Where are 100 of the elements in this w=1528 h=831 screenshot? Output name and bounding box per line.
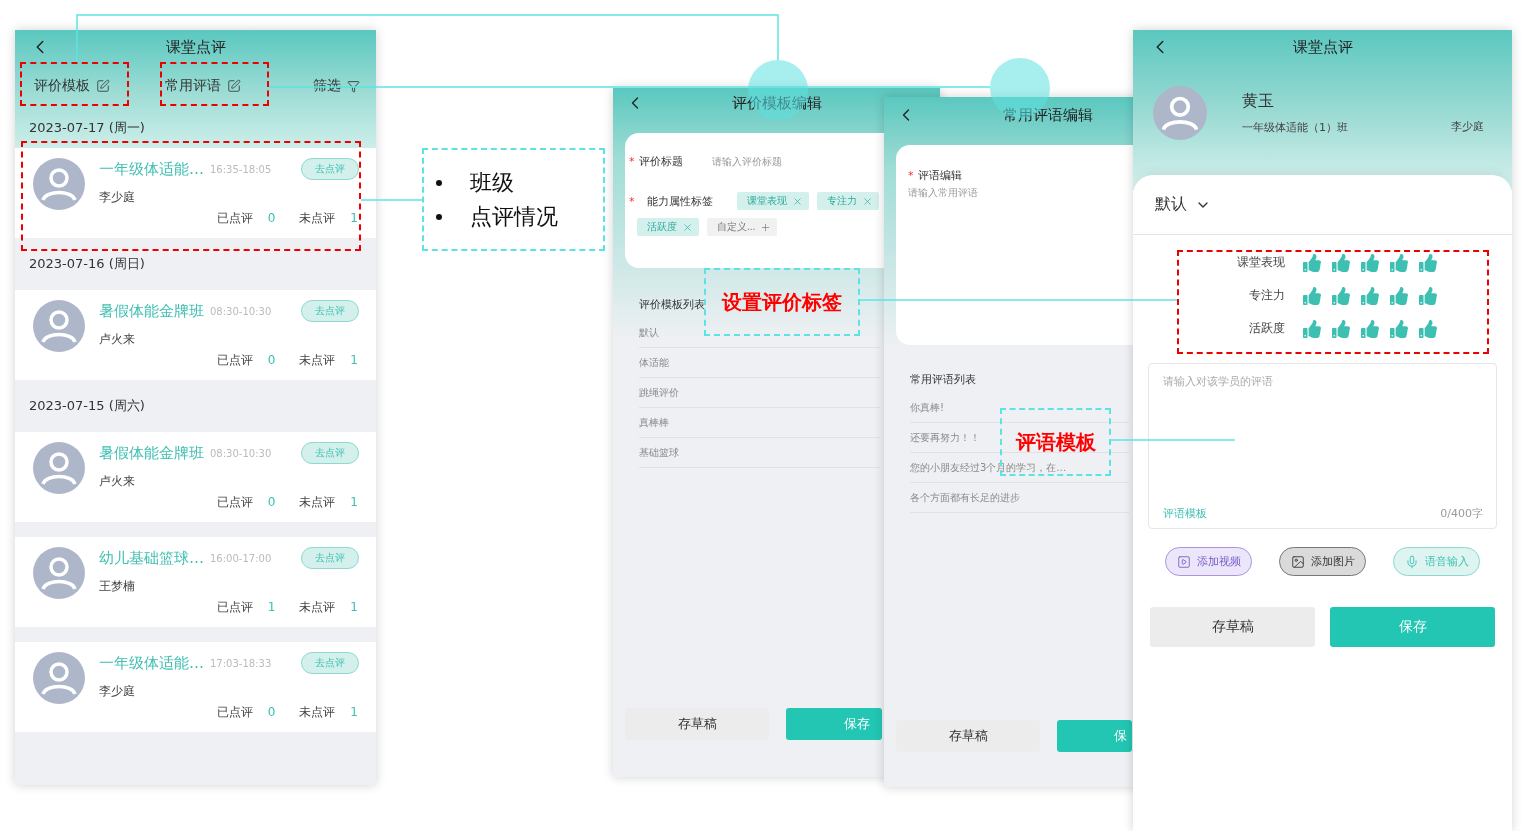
tag[interactable]: 专注力 bbox=[817, 192, 879, 210]
class-card[interactable]: 一年级体适能… 17:03-18:33 去点评 李少庭 已点评 0 未点评 1 bbox=[15, 642, 376, 732]
draft-button[interactable]: 存草稿 bbox=[625, 708, 769, 740]
stat-label: 未点评 bbox=[299, 209, 336, 227]
thumbs-up-icon[interactable] bbox=[1332, 253, 1350, 272]
plus-icon bbox=[760, 221, 772, 233]
stat-value: 1 bbox=[350, 705, 358, 719]
required-mark: * bbox=[908, 168, 915, 182]
class-card[interactable]: 暑假体能金牌班 08:30-10:30 去点评 卢火来 已点评 0 未点评 1 bbox=[15, 432, 376, 522]
field-label: 评语编辑 bbox=[918, 167, 963, 183]
video-icon bbox=[1176, 554, 1191, 569]
stat-label: 已点评 bbox=[216, 703, 253, 721]
thumbs-up-icon[interactable] bbox=[1303, 253, 1321, 272]
note-text: 班级 bbox=[470, 168, 514, 197]
draft-button[interactable]: 存草稿 bbox=[1150, 607, 1315, 647]
edit-icon bbox=[96, 79, 110, 93]
screen-title: 评价模板编辑 bbox=[731, 93, 822, 113]
tag[interactable]: 课堂表现 bbox=[737, 192, 809, 210]
note-text: 点评情况 bbox=[470, 202, 558, 231]
tab[interactable]: 常用评语 bbox=[165, 77, 241, 95]
tab[interactable]: 评价模板 bbox=[34, 77, 110, 95]
field-label: 评价标题 bbox=[639, 153, 684, 169]
template-item[interactable]: 体适能 bbox=[639, 348, 880, 378]
image-button[interactable]: 添加图片 bbox=[1279, 547, 1366, 576]
date-header: 2023-07-15 (周六) bbox=[29, 397, 145, 415]
class-time: 16:00-17:00 bbox=[210, 552, 272, 564]
date-header: 2023-07-16 (周日) bbox=[29, 255, 145, 273]
class-time: 08:30-10:30 bbox=[210, 305, 272, 317]
teacher-name: 李少庭 bbox=[99, 189, 136, 206]
stat-label: 已点评 bbox=[216, 598, 253, 616]
class-time: 17:03-18:33 bbox=[210, 657, 272, 669]
review-button[interactable]: 去点评 bbox=[301, 442, 359, 464]
filter-button[interactable]: 筛选 bbox=[313, 77, 360, 95]
char-counter: 0/400字 bbox=[1440, 506, 1483, 521]
list-title: 评价模板列表 bbox=[639, 297, 705, 312]
stat-value: 0 bbox=[267, 353, 276, 367]
thumbs-up-icon[interactable] bbox=[1390, 286, 1408, 305]
template-item[interactable]: 基础篮球 bbox=[639, 438, 880, 468]
required-mark: * bbox=[629, 194, 636, 208]
stat-label: 未点评 bbox=[299, 703, 336, 721]
thumbs-up-icon[interactable] bbox=[1390, 319, 1408, 338]
avatar-icon bbox=[33, 652, 85, 704]
template-dropdown[interactable]: 默认 bbox=[1133, 175, 1512, 235]
stat-value: 0 bbox=[267, 211, 276, 225]
thumbs-up-icon[interactable] bbox=[1419, 253, 1437, 272]
stat-value: 0 bbox=[267, 705, 276, 719]
rating-label: 专注力 bbox=[1248, 287, 1285, 304]
avatar-icon bbox=[33, 300, 85, 352]
thumbs-up-icon[interactable] bbox=[1361, 286, 1379, 305]
class-card[interactable]: 暑假体能金牌班 08:30-10:30 去点评 卢火来 已点评 0 未点评 1 bbox=[15, 290, 376, 380]
save-button[interactable]: 保存 bbox=[786, 708, 882, 740]
field-label: 能力属性标签 bbox=[647, 193, 714, 209]
thumbs-up-icon[interactable] bbox=[1361, 253, 1379, 272]
course-name: 暑假体能金牌班 bbox=[99, 301, 204, 321]
thumbs-up-icon[interactable] bbox=[1332, 319, 1350, 338]
template-item[interactable]: 默认 bbox=[639, 318, 880, 348]
course-name: 暑假体能金牌班 bbox=[99, 443, 204, 463]
review-button[interactable]: 去点评 bbox=[301, 652, 359, 674]
course-name: 一年级体适能… bbox=[99, 159, 204, 179]
template-item[interactable]: 真棒棒 bbox=[639, 408, 880, 438]
thumbs-up-icon[interactable] bbox=[1390, 253, 1408, 272]
review-button[interactable]: 去点评 bbox=[301, 547, 359, 569]
comment-box[interactable]: 请输入对该学员的评语 评语模板 0/400字 bbox=[1148, 363, 1497, 529]
thumbs-up-icon[interactable] bbox=[1361, 319, 1379, 338]
close-icon bbox=[792, 195, 803, 207]
thumbs-up-icon[interactable] bbox=[1419, 286, 1437, 305]
thumbs-up-icon[interactable] bbox=[1303, 286, 1321, 305]
stat-value: 1 bbox=[350, 353, 358, 367]
draft-button[interactable]: 存草稿 bbox=[896, 720, 1040, 752]
class-name: 一年级体适能（1）班 bbox=[1242, 120, 1349, 135]
class-time: 08:30-10:30 bbox=[210, 447, 272, 459]
thumbs-up-icon[interactable] bbox=[1303, 319, 1321, 338]
title-input[interactable]: 请输入评价标题 bbox=[712, 155, 832, 167]
class-card[interactable]: 幼儿基础篮球… 16:00-17:00 去点评 王梦楠 已点评 1 未点评 1 bbox=[15, 537, 376, 627]
stat-label: 未点评 bbox=[299, 351, 336, 369]
video-button[interactable]: 添加视频 bbox=[1165, 547, 1252, 576]
template-item[interactable]: 跳绳评价 bbox=[639, 378, 880, 408]
thumbs-up-icon[interactable] bbox=[1419, 319, 1437, 338]
add-tag-button[interactable]: 自定义... bbox=[707, 218, 778, 236]
tag[interactable]: 活跃度 bbox=[637, 218, 699, 236]
avatar-icon bbox=[33, 547, 85, 599]
teacher-name: 卢火来 bbox=[99, 473, 136, 490]
thumbs-up-icon[interactable] bbox=[1332, 286, 1350, 305]
stat-value: 1 bbox=[350, 211, 358, 225]
screen-title: 常用评语编辑 bbox=[1002, 105, 1093, 125]
teacher-name: 李少庭 bbox=[1451, 119, 1484, 134]
save-button[interactable]: 保存 bbox=[1330, 607, 1495, 647]
class-card[interactable]: 一年级体适能… 16:35-18:05 去点评 李少庭 已点评 0 未点评 1 bbox=[15, 148, 376, 238]
comment-item[interactable]: 你真棒! bbox=[910, 393, 1129, 423]
stat-value: 1 bbox=[350, 495, 358, 509]
stat-value: 0 bbox=[267, 495, 276, 509]
template-link[interactable]: 评语模板 bbox=[1163, 506, 1207, 521]
voice-button[interactable]: 语音输入 bbox=[1393, 547, 1480, 576]
review-button[interactable]: 去点评 bbox=[301, 158, 359, 180]
save-button[interactable]: 保 bbox=[1057, 720, 1132, 752]
review-button[interactable]: 去点评 bbox=[301, 300, 359, 322]
comment-item[interactable]: 各个方面都有长足的进步 bbox=[910, 483, 1129, 513]
list-title: 常用评语列表 bbox=[910, 372, 976, 387]
close-icon bbox=[862, 195, 873, 207]
comment-input[interactable]: 请输入常用评语 bbox=[908, 187, 1108, 198]
